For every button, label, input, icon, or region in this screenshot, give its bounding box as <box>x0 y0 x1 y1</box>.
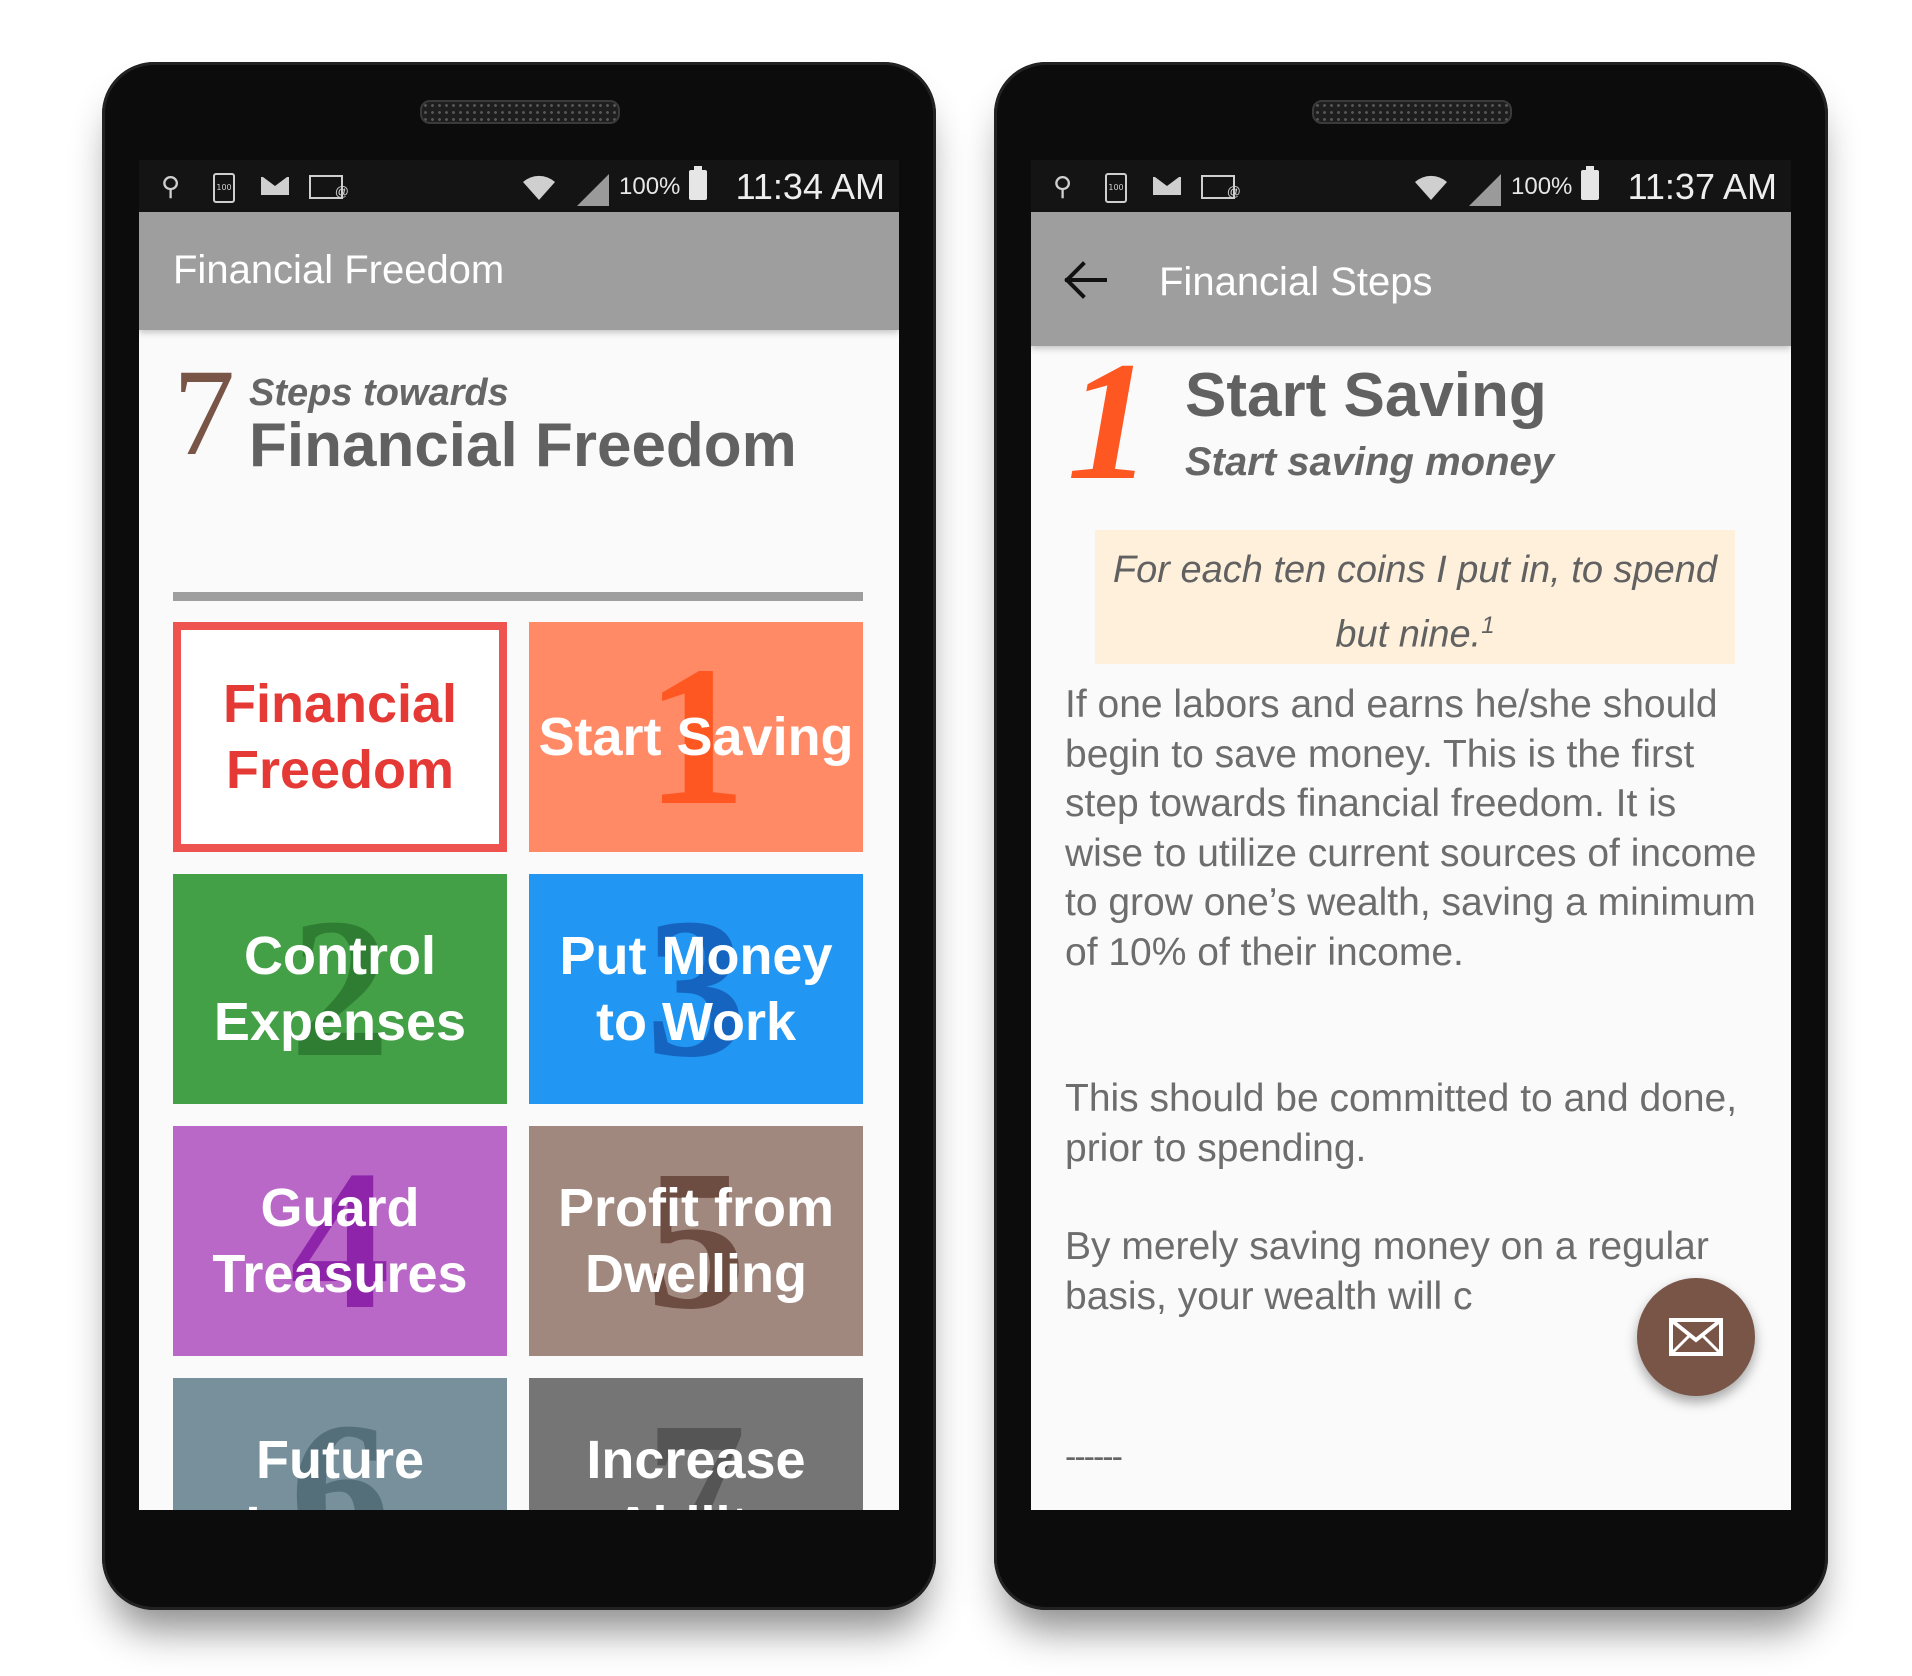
tile-control-expenses[interactable]: 2 Control Expenses <box>173 874 507 1104</box>
battery-icon <box>1581 166 1599 200</box>
mail-icon <box>1153 177 1181 195</box>
email-fab-button[interactable] <box>1637 1278 1755 1396</box>
clock: 11:37 AM <box>1627 166 1777 207</box>
tile-start-saving[interactable]: 1 Start Saving <box>529 622 863 852</box>
tile-increase-ability[interactable]: 7 Increase Ability <box>529 1378 863 1510</box>
hero-divider <box>173 592 863 601</box>
tile-label: Guard Treasures <box>212 1178 468 1304</box>
signal-icon <box>1469 174 1501 206</box>
tile-label: Increase Ability <box>586 1430 806 1510</box>
tile-label: Profit from Dwelling <box>558 1178 834 1304</box>
tile-profit-from-dwelling[interactable]: 5 Profit from Dwelling <box>529 1126 863 1356</box>
battery-percent: 100% <box>619 173 681 200</box>
tile-guard-treasures[interactable]: 4 Guard Treasures <box>173 1126 507 1356</box>
speaker-grille <box>1312 100 1512 124</box>
clock: 11:34 AM <box>735 166 885 207</box>
hero-heading: 7 Steps towards Financial Freedom <box>173 348 863 486</box>
tile-label: Control Expenses <box>213 926 467 1052</box>
hero-number: 7 <box>173 344 235 481</box>
phone-right: ⚲ 100 100% 11:37 AM Financial Steps 1 St… <box>994 62 1828 1610</box>
tile-label: Financial Freedom <box>222 674 458 800</box>
app-bar: Financial Freedom <box>139 212 899 330</box>
status-bar: ⚲ 100 100% 11:34 AM <box>139 160 899 212</box>
mail-icon <box>261 177 289 195</box>
app-bar: Financial Steps <box>1031 212 1791 346</box>
wifi-icon <box>1411 170 1451 207</box>
hero-subtitle: Steps towards <box>249 372 509 414</box>
footnote-ref: 1 <box>1481 612 1495 639</box>
tile-future-income[interactable]: 6 Future Income <box>173 1378 507 1510</box>
battery-percent: 100% <box>1511 173 1573 200</box>
battery-notification-icon: 100 <box>213 173 235 203</box>
tile-put-money-to-work[interactable]: 3 Put Money to Work <box>529 874 863 1104</box>
footnote-divider: ------ <box>1065 1438 1123 1476</box>
battery-icon <box>689 166 707 200</box>
screen-right: ⚲ 100 100% 11:37 AM Financial Steps 1 St… <box>1031 160 1791 1510</box>
email-icon <box>309 175 349 205</box>
step-subtitle: Start saving money <box>1185 440 1555 484</box>
body-paragraph: This should be committed to and done, pr… <box>1065 1077 1738 1170</box>
tile-label: Start Saving <box>538 707 854 767</box>
signal-icon <box>577 174 609 206</box>
step-title: Start Saving <box>1185 361 1547 430</box>
body-paragraph: If one labors and earns he/she should be… <box>1065 683 1757 974</box>
step-number: 1 <box>1067 327 1152 515</box>
wifi-icon <box>519 170 559 207</box>
battery-notification-icon: 100 <box>1105 173 1127 203</box>
tile-label: Put Money to Work <box>559 926 833 1052</box>
usb-icon: ⚲ <box>161 171 181 201</box>
quote-text: For each ten coins I put in, to spend bu… <box>1112 549 1718 656</box>
app-title: Financial Steps <box>1159 260 1433 304</box>
screen-left: ⚲ 100 100% 11:34 AM Financial Freedom 7 … <box>139 160 899 1510</box>
status-bar: ⚲ 100 100% 11:37 AM <box>1031 160 1791 212</box>
usb-icon: ⚲ <box>1053 171 1073 201</box>
back-arrow-icon[interactable] <box>1061 258 1117 302</box>
tile-financial-freedom[interactable]: Financial Freedom <box>173 622 507 852</box>
quote-box: For each ten coins I put in, to spend bu… <box>1095 530 1735 664</box>
phone-left: ⚲ 100 100% 11:34 AM Financial Freedom 7 … <box>102 62 936 1610</box>
hero-title: Financial Freedom <box>249 411 797 480</box>
tile-label: Future Income <box>245 1430 434 1510</box>
mail-icon <box>1669 1318 1723 1356</box>
speaker-grille <box>420 100 620 124</box>
email-icon <box>1201 175 1241 205</box>
app-title: Financial Freedom <box>173 248 505 292</box>
